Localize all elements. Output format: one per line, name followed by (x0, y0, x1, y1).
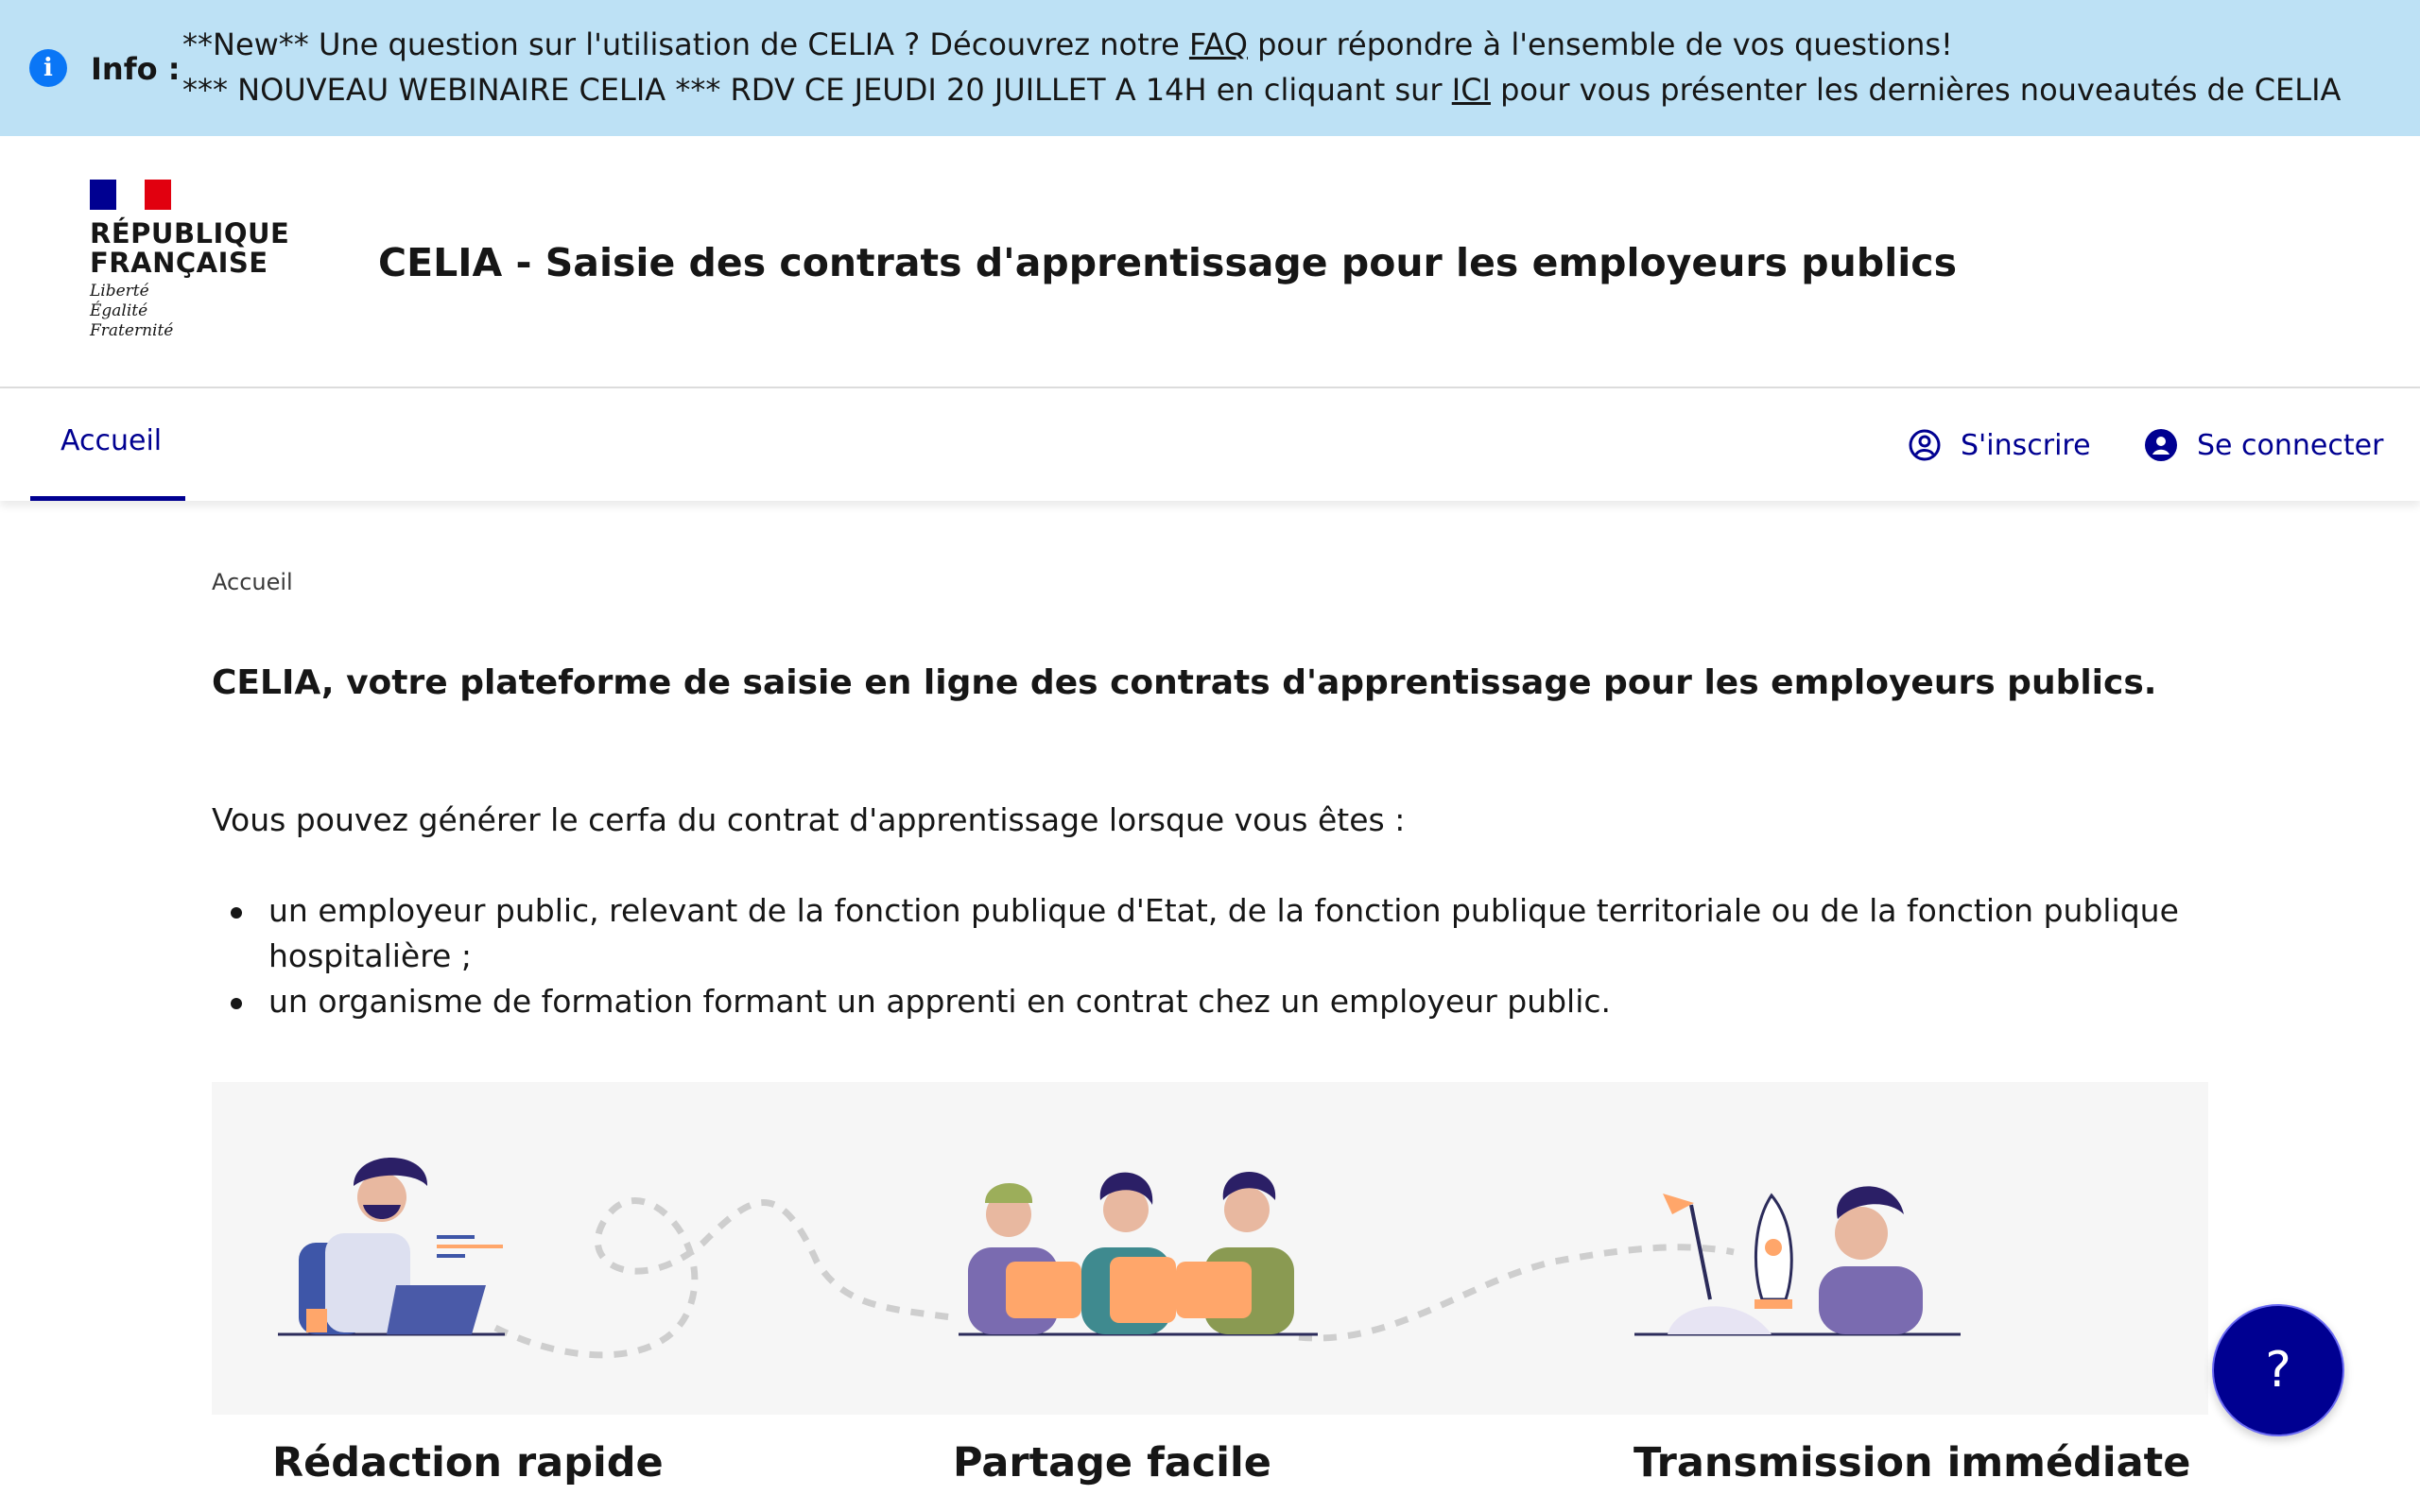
info-line-faq: **New** Une question sur l'utilisation d… (182, 26, 1953, 62)
user-filled-icon (2145, 429, 2177, 461)
info-label: Info : (91, 51, 181, 87)
logo-text: RÉPUBLIQUE FRANÇAISE (90, 217, 290, 279)
login-link[interactable]: Se connecter (2144, 428, 2383, 462)
team-illustration (959, 1172, 1318, 1336)
signup-link[interactable]: S'inscrire (1908, 428, 2091, 462)
webinar-link[interactable]: ICI (1452, 72, 1491, 108)
breadcrumb: Accueil (212, 569, 293, 595)
rocket-illustration (1634, 1186, 1961, 1336)
republique-francaise-logo[interactable]: RÉPUBLIQUE FRANÇAISE Liberté Égalité Fra… (90, 180, 290, 341)
writer-illustration (278, 1158, 505, 1336)
user-outline-icon (1909, 429, 1941, 461)
info-banner: i Info : **New** Une question sur l'util… (0, 0, 2420, 136)
info-line-webinar: *** NOUVEAU WEBINAIRE CELIA *** RDV CE J… (182, 72, 2342, 108)
logo-motto: Liberté Égalité Fraternité (90, 282, 174, 340)
features-illustration (212, 1082, 2208, 1415)
page-title: CELIA, votre plateforme de saisie en lig… (212, 663, 2157, 702)
list-item: un employeur public, relevant de la fonc… (212, 888, 2235, 979)
info-icon: i (29, 49, 67, 87)
faq-link[interactable]: FAQ (1189, 26, 1248, 62)
intro-text: Vous pouvez générer le cerfa du contrat … (212, 801, 1406, 838)
help-button[interactable]: ? (2212, 1304, 2344, 1436)
main-navigation: Accueil S'inscrire Se connecter (0, 388, 2420, 501)
marianne-flag-icon (90, 180, 171, 210)
feature-title-partage: Partage facile (953, 1439, 1271, 1486)
feature-title-redaction: Rédaction rapide (272, 1439, 664, 1486)
tab-accueil[interactable]: Accueil (30, 388, 185, 501)
site-header: RÉPUBLIQUE FRANÇAISE Liberté Égalité Fra… (0, 136, 2420, 388)
site-title[interactable]: CELIA - Saisie des contrats d'apprentiss… (378, 240, 1957, 285)
eligibility-list: un employeur public, relevant de la fonc… (212, 888, 2235, 1024)
list-item: un organisme de formation formant un app… (212, 979, 2235, 1024)
feature-title-transmission: Transmission immédiate (1634, 1439, 2191, 1486)
